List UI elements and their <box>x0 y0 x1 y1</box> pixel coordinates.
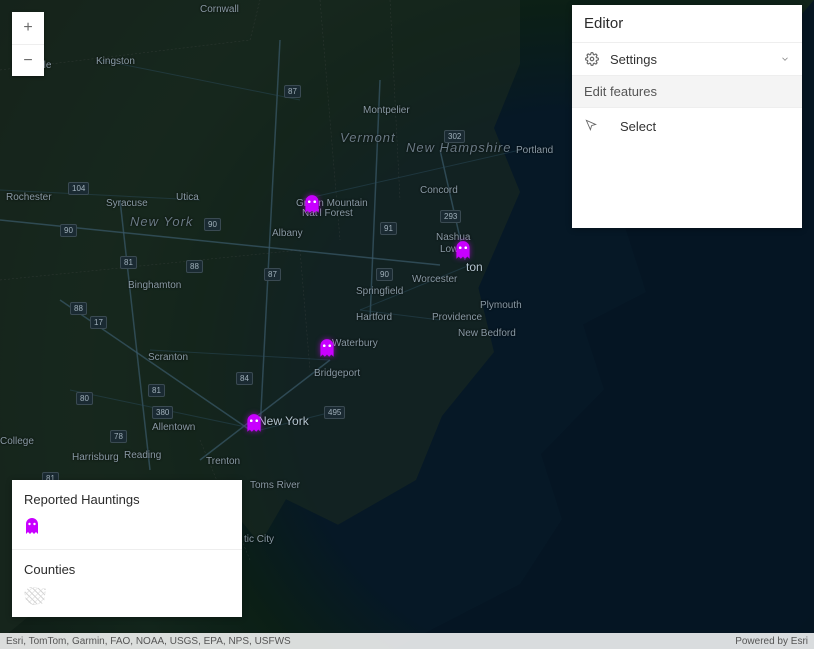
attribution-powered-by[interactable]: Powered by Esri <box>735 636 808 647</box>
legend-swatch-ghost <box>24 517 230 537</box>
haunting-marker[interactable] <box>245 413 263 435</box>
haunting-marker[interactable] <box>303 194 321 216</box>
attribution-bar: Esri, TomTom, Garmin, FAO, NOAA, USGS, E… <box>0 633 814 649</box>
editor-body <box>572 144 802 228</box>
haunting-marker[interactable] <box>318 338 336 360</box>
zoom-control: + − <box>12 12 44 76</box>
legend-swatch-counties <box>24 587 230 605</box>
zoom-in-button[interactable]: + <box>12 12 44 44</box>
chevron-down-icon <box>780 52 790 67</box>
editor-settings-row[interactable]: Settings <box>572 42 802 75</box>
editor-panel: Editor Settings Edit features Select <box>572 5 802 228</box>
legend-section-hauntings: Reported Hauntings <box>12 480 242 549</box>
legend-panel: Reported Hauntings Counties <box>12 480 242 617</box>
legend-title: Reported Hauntings <box>24 492 230 507</box>
gear-icon <box>584 51 600 67</box>
editor-select-tool[interactable]: Select <box>572 107 802 144</box>
cursor-icon <box>584 118 600 134</box>
attribution-sources: Esri, TomTom, Garmin, FAO, NOAA, USGS, E… <box>6 636 291 647</box>
editor-section-header: Edit features <box>572 75 802 107</box>
hatch-icon <box>24 587 46 605</box>
editor-settings-label: Settings <box>610 52 657 67</box>
zoom-out-button[interactable]: − <box>12 44 44 76</box>
editor-select-label: Select <box>620 119 656 134</box>
legend-title: Counties <box>24 562 230 577</box>
editor-title: Editor <box>572 5 802 42</box>
map-root: CornwallKingstonBellevilleMontpelierPort… <box>0 0 814 649</box>
legend-section-counties: Counties <box>12 549 242 617</box>
ghost-icon <box>24 517 40 537</box>
haunting-marker[interactable] <box>454 240 472 262</box>
